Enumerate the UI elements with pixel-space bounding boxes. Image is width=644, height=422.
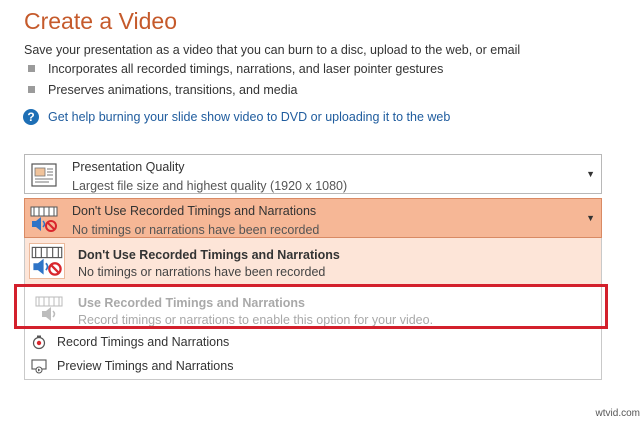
bullet-text: Incorporates all recorded timings, narra… [48,62,444,76]
menu-label: Record Timings and Narrations [57,335,230,349]
chevron-down-icon[interactable]: ▼ [586,213,595,223]
option-dont-use-timings[interactable]: Don't Use Recorded Timings and Narration… [25,238,601,284]
preview-icon [31,359,47,374]
bullet-text: Preserves animations, transitions, and m… [48,83,298,97]
chevron-down-icon[interactable]: ▼ [586,169,595,179]
bullet-marker [28,65,35,72]
watermark: wtvid.com [595,408,640,419]
no-narration-icon [31,246,63,276]
timings-dropdown[interactable]: Don't Use Recorded Timings and Narration… [24,198,602,238]
presentation-quality-icon [31,163,57,187]
highlight-annotation [14,284,608,329]
record-icon [32,335,46,350]
no-narration-icon [30,206,58,232]
bullet-marker [28,86,35,93]
timings-title: Don't Use Recorded Timings and Narration… [72,204,317,218]
option-subtitle: No timings or narrations have been recor… [78,265,326,279]
page-description: Save your presentation as a video that y… [24,43,521,57]
page-title: Create a Video [24,8,178,34]
timings-subtitle: No timings or narrations have been recor… [72,223,320,237]
quality-subtitle: Largest file size and highest quality (1… [72,179,348,193]
preview-timings-command[interactable]: Preview Timings and Narrations [25,355,601,377]
option-icon-frame [29,243,65,279]
record-timings-command[interactable]: Record Timings and Narrations [25,331,601,353]
quality-title: Presentation Quality [72,160,185,174]
help-icon[interactable]: ? [23,109,39,125]
option-title: Don't Use Recorded Timings and Narration… [78,248,340,262]
quality-dropdown[interactable]: Presentation Quality Largest file size a… [24,154,602,194]
menu-label: Preview Timings and Narrations [57,359,234,373]
help-link[interactable]: Get help burning your slide show video t… [48,110,450,124]
